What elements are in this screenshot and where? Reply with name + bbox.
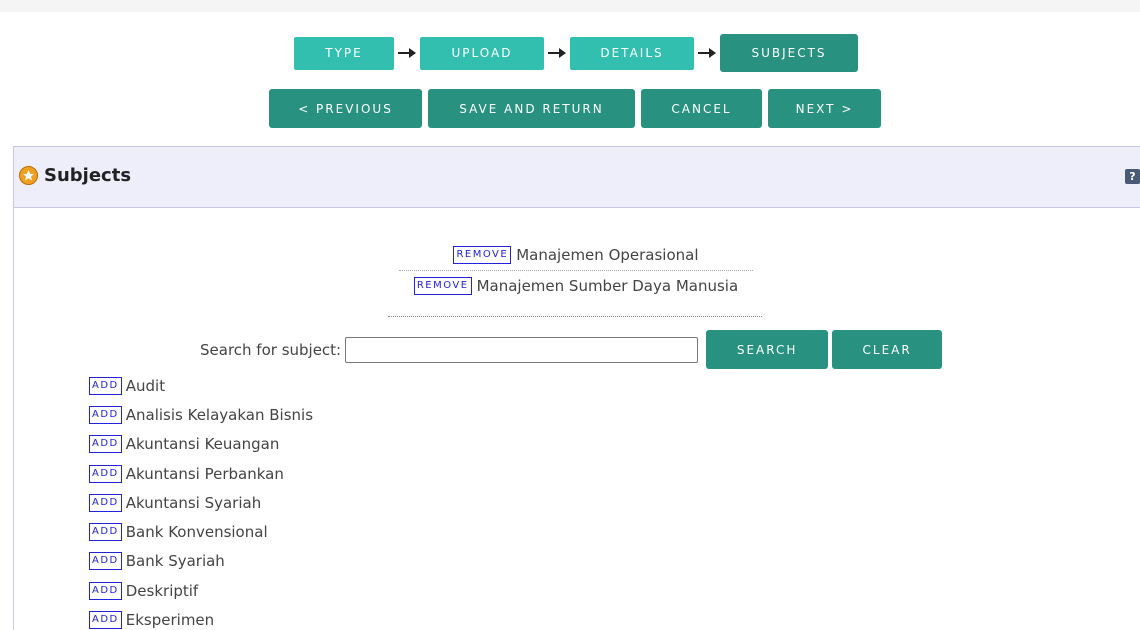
arrow-right-icon — [394, 37, 420, 70]
list-item: ADD Akuntansi Perbankan — [89, 459, 313, 488]
subject-label: Akuntansi Syariah — [125, 493, 262, 512]
star-icon — [19, 166, 38, 185]
list-item: ADD Akuntansi Syariah — [89, 488, 313, 517]
add-button[interactable]: ADD — [89, 493, 122, 512]
previous-button[interactable]: < PREVIOUS — [269, 89, 422, 128]
cancel-button[interactable]: CANCEL — [641, 89, 762, 128]
add-button[interactable]: ADD — [89, 376, 122, 395]
list-item: ADD Deskriptif — [89, 576, 313, 605]
subject-label: Bank Syariah — [125, 552, 225, 571]
next-button[interactable]: NEXT > — [768, 89, 881, 128]
divider — [388, 316, 762, 317]
selected-subject-row: REMOVE Manajemen Sumber Daya Manusia — [399, 270, 753, 300]
step-upload[interactable]: UPLOAD — [420, 36, 544, 70]
add-button[interactable]: ADD — [89, 611, 122, 630]
step-type[interactable]: TYPE — [294, 36, 394, 70]
list-item: ADD Audit — [89, 371, 313, 400]
panel-title-text: Subjects — [44, 165, 132, 186]
list-item: ADD Eksperimen — [89, 605, 313, 630]
clear-button[interactable]: CLEAR — [832, 330, 943, 369]
selected-subject-row: REMOVE Manajemen Operasional — [399, 240, 753, 270]
save-and-return-button[interactable]: SAVE AND RETURN — [428, 89, 635, 128]
list-item: ADD Akuntansi Keuangan — [89, 430, 313, 459]
add-button[interactable]: ADD — [89, 552, 122, 571]
subject-label: Akuntansi Perbankan — [125, 464, 284, 483]
arrow-right-icon — [544, 37, 570, 70]
subject-label: Eksperimen — [125, 611, 215, 630]
subject-options-list: ADD Audit ADD Analisis Kelayakan Bisnis AD… — [89, 371, 313, 630]
add-button[interactable]: ADD — [89, 464, 122, 483]
subject-label: Analisis Kelayakan Bisnis — [125, 405, 314, 424]
search-row: Search for subject: SEARCH CLEAR — [200, 330, 943, 369]
selected-subject-label: Manajemen Sumber Daya Manusia — [476, 276, 739, 295]
selected-subjects-list: REMOVE Manajemen Operasional REMOVE Mana… — [399, 240, 753, 300]
list-item: ADD Analisis Kelayakan Bisnis — [89, 400, 313, 429]
add-button[interactable]: ADD — [89, 435, 122, 454]
add-button[interactable]: ADD — [89, 581, 122, 600]
subject-label: Bank Konvensional — [125, 523, 268, 542]
subject-label: Akuntansi Keuangan — [125, 435, 280, 454]
remove-button[interactable]: REMOVE — [413, 276, 472, 295]
step-details[interactable]: DETAILS — [570, 36, 694, 70]
subjects-panel: Subjects ? REMOVE Manajemen Operasional … — [13, 146, 1140, 630]
arrow-right-icon — [694, 37, 720, 70]
selected-subject-label: Manajemen Operasional — [516, 246, 699, 264]
search-button[interactable]: SEARCH — [706, 330, 829, 369]
remove-button[interactable]: REMOVE — [453, 246, 512, 264]
step-subjects: SUBJECTS — [720, 34, 858, 72]
add-button[interactable]: ADD — [89, 523, 122, 542]
panel-header: Subjects ? — [14, 146, 1140, 208]
help-icon[interactable]: ? — [1125, 169, 1140, 184]
add-button[interactable]: ADD — [89, 405, 122, 424]
top-strip — [0, 0, 1140, 12]
workflow-steps: TYPE UPLOAD DETAILS SUBJECTS — [294, 34, 858, 72]
workflow-buttons: < PREVIOUS SAVE AND RETURN CANCEL NEXT > — [269, 89, 887, 128]
subject-label: Audit — [125, 376, 166, 395]
search-label: Search for subject: — [200, 340, 342, 359]
subject-label: Deskriptif — [125, 581, 199, 600]
search-input[interactable] — [345, 336, 699, 363]
list-item: ADD Bank Konvensional — [89, 517, 313, 546]
list-item: ADD Bank Syariah — [89, 547, 313, 576]
panel-title: Subjects — [19, 165, 131, 186]
